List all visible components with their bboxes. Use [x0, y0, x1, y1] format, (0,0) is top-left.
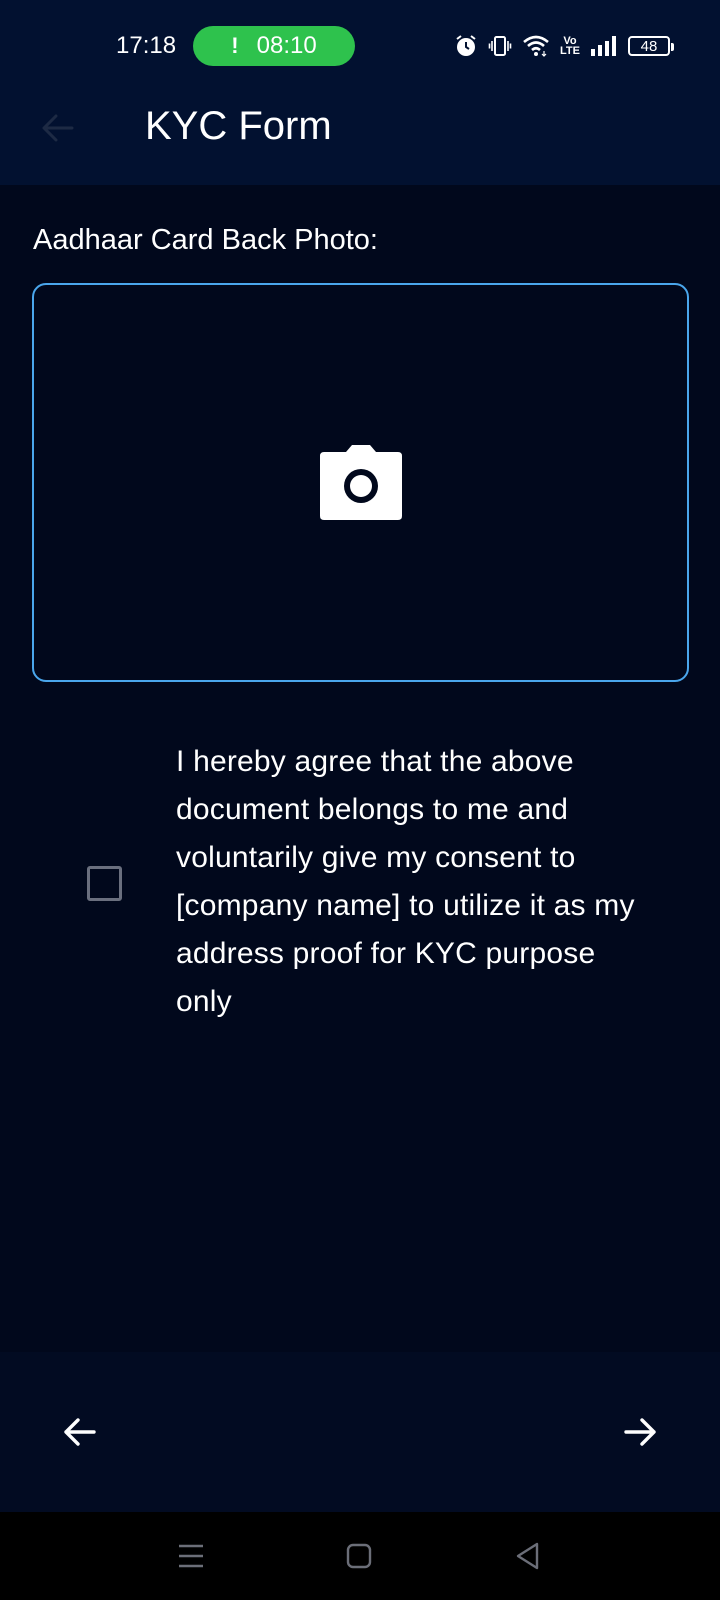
page-title: KYC Form — [145, 104, 332, 148]
call-indicator: ! — [231, 33, 239, 58]
call-timer: 08:10 — [256, 32, 317, 59]
photo-upload-box[interactable] — [32, 283, 689, 682]
status-bar: 17:18 ! 08:10 Vo LTE 48 — [0, 0, 720, 92]
ongoing-call-pill[interactable]: ! 08:10 — [193, 26, 355, 66]
menu-icon[interactable] — [173, 1538, 209, 1574]
home-icon[interactable] — [341, 1538, 377, 1574]
bottom-nav-bar — [0, 1352, 720, 1512]
signal-icon — [591, 36, 616, 56]
consent-checkbox[interactable] — [87, 866, 122, 901]
volte-bottom-label: LTE — [560, 45, 580, 57]
status-icons: Vo LTE 48 — [454, 30, 674, 62]
wifi-icon — [523, 35, 549, 57]
consent-text: I hereby agree that the above document b… — [176, 745, 635, 1018]
status-time: 17:18 — [116, 32, 177, 59]
camera-icon — [319, 444, 402, 520]
battery-icon: 48 — [628, 36, 674, 56]
alarm-icon — [456, 35, 476, 56]
aadhaar-back-photo-label: Aadhaar Card Back Photo: — [33, 224, 378, 256]
previous-step-button[interactable] — [58, 1410, 102, 1454]
back-icon[interactable] — [510, 1538, 546, 1574]
app-bar — [0, 92, 720, 185]
app-bar-back-button[interactable] — [36, 106, 80, 150]
next-step-button[interactable] — [618, 1410, 662, 1454]
volte-icon: Vo LTE — [560, 36, 580, 57]
vibrate-icon — [488, 36, 512, 56]
